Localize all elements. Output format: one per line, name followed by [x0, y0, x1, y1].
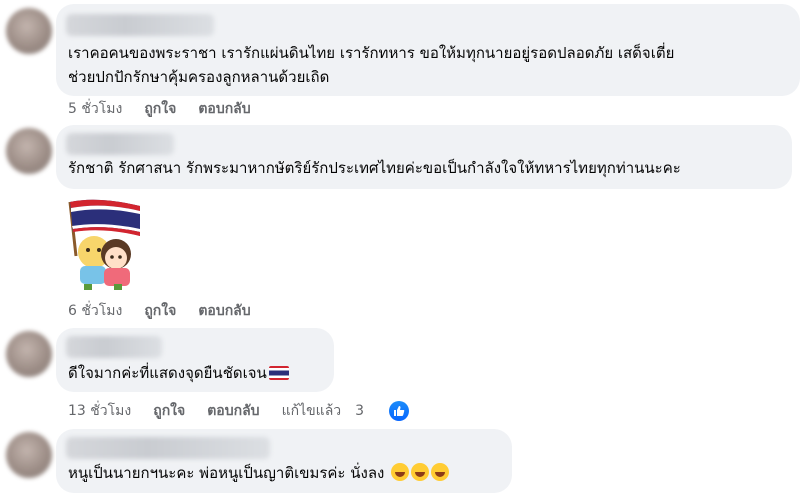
comment-bubble: เราคอคนของพระราชา เรารักแผ่นดินไทย เรารั… [56, 4, 800, 96]
reaction-summary[interactable]: 3 [355, 401, 431, 421]
avatar[interactable] [6, 331, 52, 377]
like-button[interactable]: ถูกใจ [144, 300, 176, 322]
reply-button[interactable]: ตอบกลับ [198, 98, 250, 120]
comment-bubble: ดีใจมากค่ะที่แสดงจุดยืนชัดเจน [56, 328, 334, 392]
comment-text-content: ดีใจมากค่ะที่แสดงจุดยืนชัดเจน [68, 364, 267, 382]
comment-text: หนูเป็นนายกฯนะคะ พ่อหนูเป็นญาติเขมรค่ะ น… [68, 460, 450, 487]
comment-actions: 6 ชั่วโมง ถูกใจ ตอบกลับ [68, 300, 273, 322]
thai-flag-hug-sticker[interactable] [58, 196, 144, 292]
comment-time[interactable]: 5 ชั่วโมง [68, 98, 122, 120]
comment-text: ดีใจมากค่ะที่แสดงจุดยืนชัดเจน [68, 360, 289, 387]
comment-text-line-2: ช่วยปกปักรักษาคุ้มครองลูกหลานด้วยเถิด [68, 68, 330, 86]
commenter-name-blurred[interactable] [66, 14, 214, 36]
like-button[interactable]: ถูกใจ [144, 98, 176, 120]
thai-flag-emoji-icon [268, 366, 289, 380]
reply-button[interactable]: ตอบกลับ [198, 300, 250, 322]
comment-actions: 5 ชั่วโมง ถูกใจ ตอบกลับ [68, 98, 273, 120]
comment-bubble: รักชาติ รักศาสนา รักพระมาหากษัตริย์รักปร… [56, 125, 792, 189]
edited-label[interactable]: แก้ไขแล้ว [282, 400, 342, 422]
comment-time[interactable]: 6 ชั่วโมง [68, 300, 122, 322]
avatar[interactable] [6, 432, 52, 478]
comment-text-line-1: เราคอคนของพระราชา เรารักแผ่นดินไทย เรารั… [68, 44, 675, 62]
reaction-count: 3 [355, 403, 365, 419]
avatar[interactable] [6, 8, 52, 54]
comment-text-content: หนูเป็นนายกฯนะคะ พ่อหนูเป็นญาติเขมรค่ะ น… [68, 464, 385, 482]
rolling-laughing-emoji-icon [411, 463, 430, 481]
comment-text: รักชาติ รักศาสนา รักพระมาหากษัตริย์รักปร… [68, 159, 681, 177]
comment-time[interactable]: 13 ชั่วโมง [68, 400, 131, 422]
rolling-laughing-emoji-icon [431, 463, 450, 481]
comment-actions: 13 ชั่วโมง ถูกใจ ตอบกลับ แก้ไขแล้ว 3 [68, 400, 453, 422]
commenter-name-blurred[interactable] [66, 437, 270, 459]
comment-bubble: หนูเป็นนายกฯนะคะ พ่อหนูเป็นญาติเขมรค่ะ น… [56, 429, 512, 493]
commenter-name-blurred[interactable] [66, 133, 174, 155]
thumbs-up-icon [389, 401, 410, 421]
rolling-laughing-emoji-icon [391, 463, 410, 481]
avatar[interactable] [6, 128, 52, 174]
sticker-image [68, 199, 140, 290]
like-button[interactable]: ถูกใจ [153, 400, 185, 422]
reply-button[interactable]: ตอบกลับ [207, 400, 259, 422]
commenter-name-blurred[interactable] [66, 336, 162, 358]
